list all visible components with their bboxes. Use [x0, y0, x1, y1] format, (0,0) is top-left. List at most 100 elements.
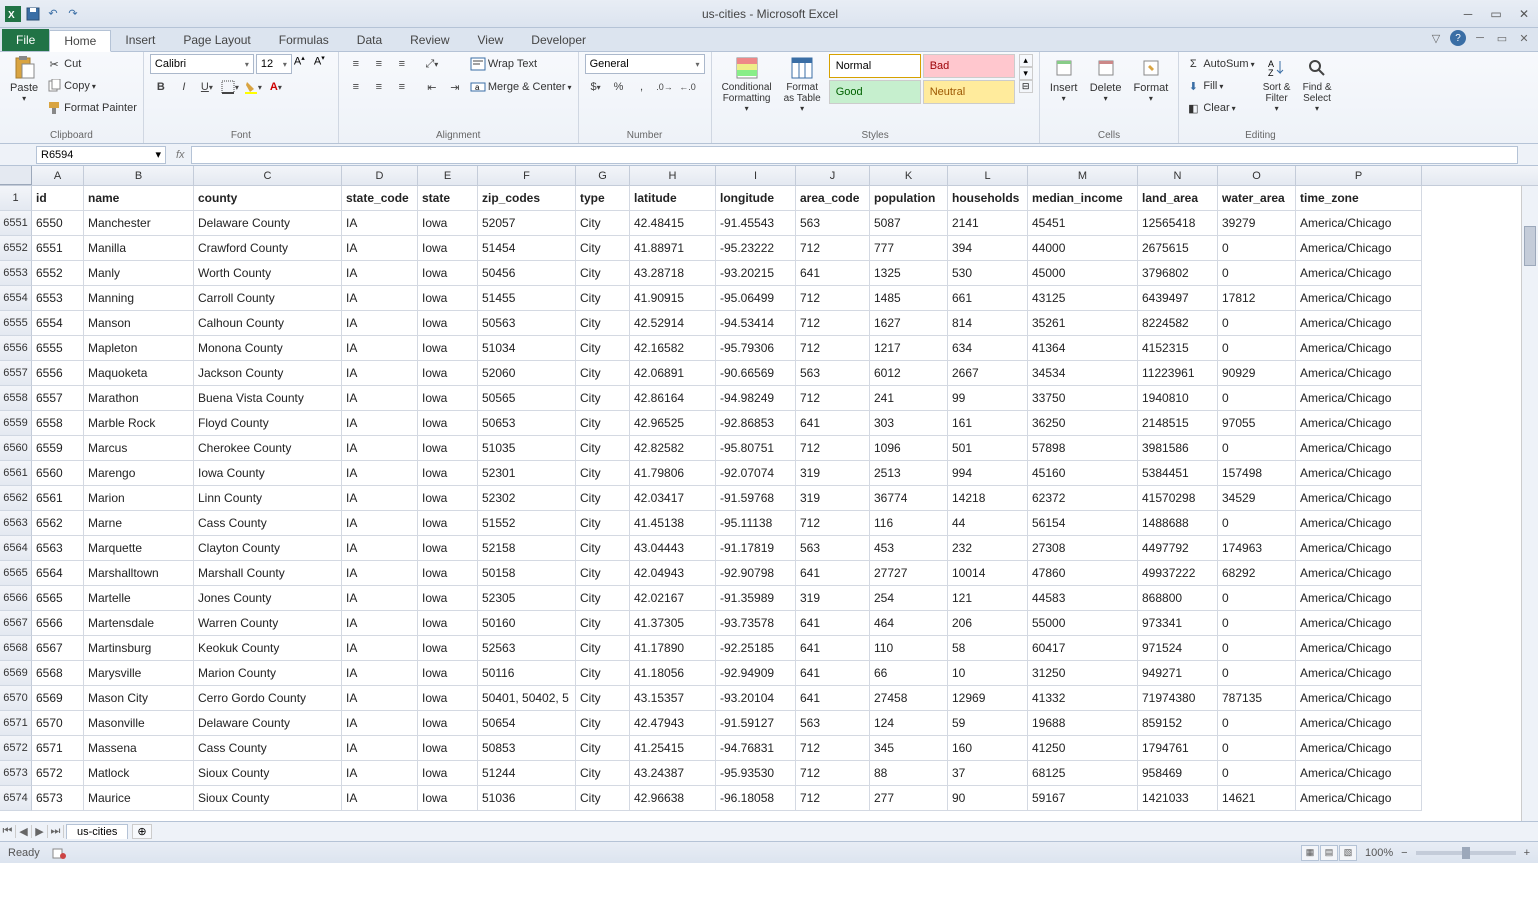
cell[interactable]: 2513 [870, 461, 948, 486]
cell[interactable]: Marengo [84, 461, 194, 486]
cell[interactable]: 3981586 [1138, 436, 1218, 461]
cell[interactable]: America/Chicago [1296, 286, 1422, 311]
cell[interactable]: 45451 [1028, 211, 1138, 236]
cell[interactable]: City [576, 211, 630, 236]
cell[interactable]: 6551 [32, 236, 84, 261]
cell[interactable]: Marcus [84, 436, 194, 461]
cell[interactable]: Iowa [418, 361, 478, 386]
cell[interactable]: 27458 [870, 686, 948, 711]
cell[interactable]: Iowa [418, 436, 478, 461]
align-top-icon[interactable]: ≡ [345, 54, 367, 74]
cell[interactable]: America/Chicago [1296, 686, 1422, 711]
cell[interactable]: 34529 [1218, 486, 1296, 511]
column-header-E[interactable]: E [418, 166, 478, 185]
cell[interactable]: 6559 [32, 436, 84, 461]
row-header[interactable]: 6556 [0, 336, 32, 361]
cell[interactable]: 34534 [1028, 361, 1138, 386]
cell[interactable]: 6572 [32, 761, 84, 786]
close-icon[interactable]: ✕ [1514, 7, 1534, 21]
cell[interactable]: Iowa [418, 486, 478, 511]
row-header[interactable]: 6561 [0, 461, 32, 486]
cell[interactable]: 345 [870, 736, 948, 761]
cell[interactable]: 973341 [1138, 611, 1218, 636]
cell[interactable]: 52057 [478, 211, 576, 236]
cell[interactable]: 174963 [1218, 536, 1296, 561]
format-painter-button[interactable]: Format Painter [46, 98, 137, 118]
cell[interactable]: 97055 [1218, 411, 1296, 436]
cell[interactable]: IA [342, 486, 418, 511]
cell[interactable]: 14218 [948, 486, 1028, 511]
cell[interactable]: -91.17819 [716, 536, 796, 561]
cell[interactable]: 50653 [478, 411, 576, 436]
row-header[interactable]: 6552 [0, 236, 32, 261]
cell[interactable]: -91.59127 [716, 711, 796, 736]
zoom-level[interactable]: 100% [1365, 847, 1393, 859]
cell[interactable]: Crawford County [194, 236, 342, 261]
cell[interactable]: 6560 [32, 461, 84, 486]
cell[interactable]: City [576, 561, 630, 586]
cell[interactable]: 45000 [1028, 261, 1138, 286]
cell[interactable]: 2148515 [1138, 411, 1218, 436]
cell[interactable]: 712 [796, 386, 870, 411]
cell[interactable]: Iowa [418, 236, 478, 261]
cell[interactable]: 55000 [1028, 611, 1138, 636]
cell[interactable]: 33750 [1028, 386, 1138, 411]
cell[interactable]: 0 [1218, 761, 1296, 786]
header-cell[interactable]: median_income [1028, 186, 1138, 211]
minimize-ribbon-icon[interactable]: ▽ [1428, 30, 1444, 46]
delete-button[interactable]: Delete▾ [1086, 54, 1126, 105]
cell[interactable]: IA [342, 461, 418, 486]
row-header[interactable]: 6571 [0, 711, 32, 736]
cell[interactable]: 6571 [32, 736, 84, 761]
cell[interactable]: City [576, 586, 630, 611]
header-cell[interactable]: time_zone [1296, 186, 1422, 211]
column-header-G[interactable]: G [576, 166, 630, 185]
column-header-P[interactable]: P [1296, 166, 1422, 185]
align-left-icon[interactable]: ≡ [345, 77, 367, 97]
cell[interactable]: Floyd County [194, 411, 342, 436]
column-header-J[interactable]: J [796, 166, 870, 185]
cell[interactable]: 1485 [870, 286, 948, 311]
cell[interactable]: Clayton County [194, 536, 342, 561]
cell[interactable]: 712 [796, 786, 870, 811]
cell[interactable]: IA [342, 536, 418, 561]
style-normal[interactable]: Normal [829, 54, 921, 78]
merge-center-button[interactable]: aMerge & Center▾ [470, 77, 572, 97]
orientation-icon[interactable]: ⤢▾ [421, 54, 443, 74]
cell[interactable]: 42.16582 [630, 336, 716, 361]
cell[interactable]: 814 [948, 311, 1028, 336]
row-header[interactable]: 6574 [0, 786, 32, 811]
row-header[interactable]: 6573 [0, 761, 32, 786]
percent-icon[interactable]: % [608, 77, 630, 97]
cell[interactable]: America/Chicago [1296, 361, 1422, 386]
cell[interactable]: 787135 [1218, 686, 1296, 711]
window-minimize-icon[interactable]: ─ [1472, 30, 1488, 46]
cell[interactable]: 563 [796, 361, 870, 386]
cell[interactable]: 41.25415 [630, 736, 716, 761]
cell[interactable]: 88 [870, 761, 948, 786]
cell[interactable]: 41.88971 [630, 236, 716, 261]
header-cell[interactable]: zip_codes [478, 186, 576, 211]
row-header[interactable]: 6563 [0, 511, 32, 536]
cell[interactable]: 303 [870, 411, 948, 436]
cell[interactable]: 51455 [478, 286, 576, 311]
cell[interactable]: Iowa [418, 636, 478, 661]
cell[interactable]: City [576, 286, 630, 311]
row-header[interactable]: 6551 [0, 211, 32, 236]
cell[interactable]: 641 [796, 611, 870, 636]
cell[interactable]: America/Chicago [1296, 411, 1422, 436]
cell[interactable]: Marysville [84, 661, 194, 686]
cell[interactable]: 4497792 [1138, 536, 1218, 561]
cell[interactable]: 39279 [1218, 211, 1296, 236]
cell[interactable]: 6562 [32, 511, 84, 536]
cell[interactable]: Manson [84, 311, 194, 336]
cell[interactable]: Monona County [194, 336, 342, 361]
cell[interactable]: 6439497 [1138, 286, 1218, 311]
cell[interactable]: 37 [948, 761, 1028, 786]
cell[interactable]: Calhoun County [194, 311, 342, 336]
cell[interactable]: 958469 [1138, 761, 1218, 786]
cell[interactable]: 8224582 [1138, 311, 1218, 336]
cell[interactable]: 641 [796, 411, 870, 436]
cell[interactable]: 51035 [478, 436, 576, 461]
cell[interactable]: City [576, 361, 630, 386]
